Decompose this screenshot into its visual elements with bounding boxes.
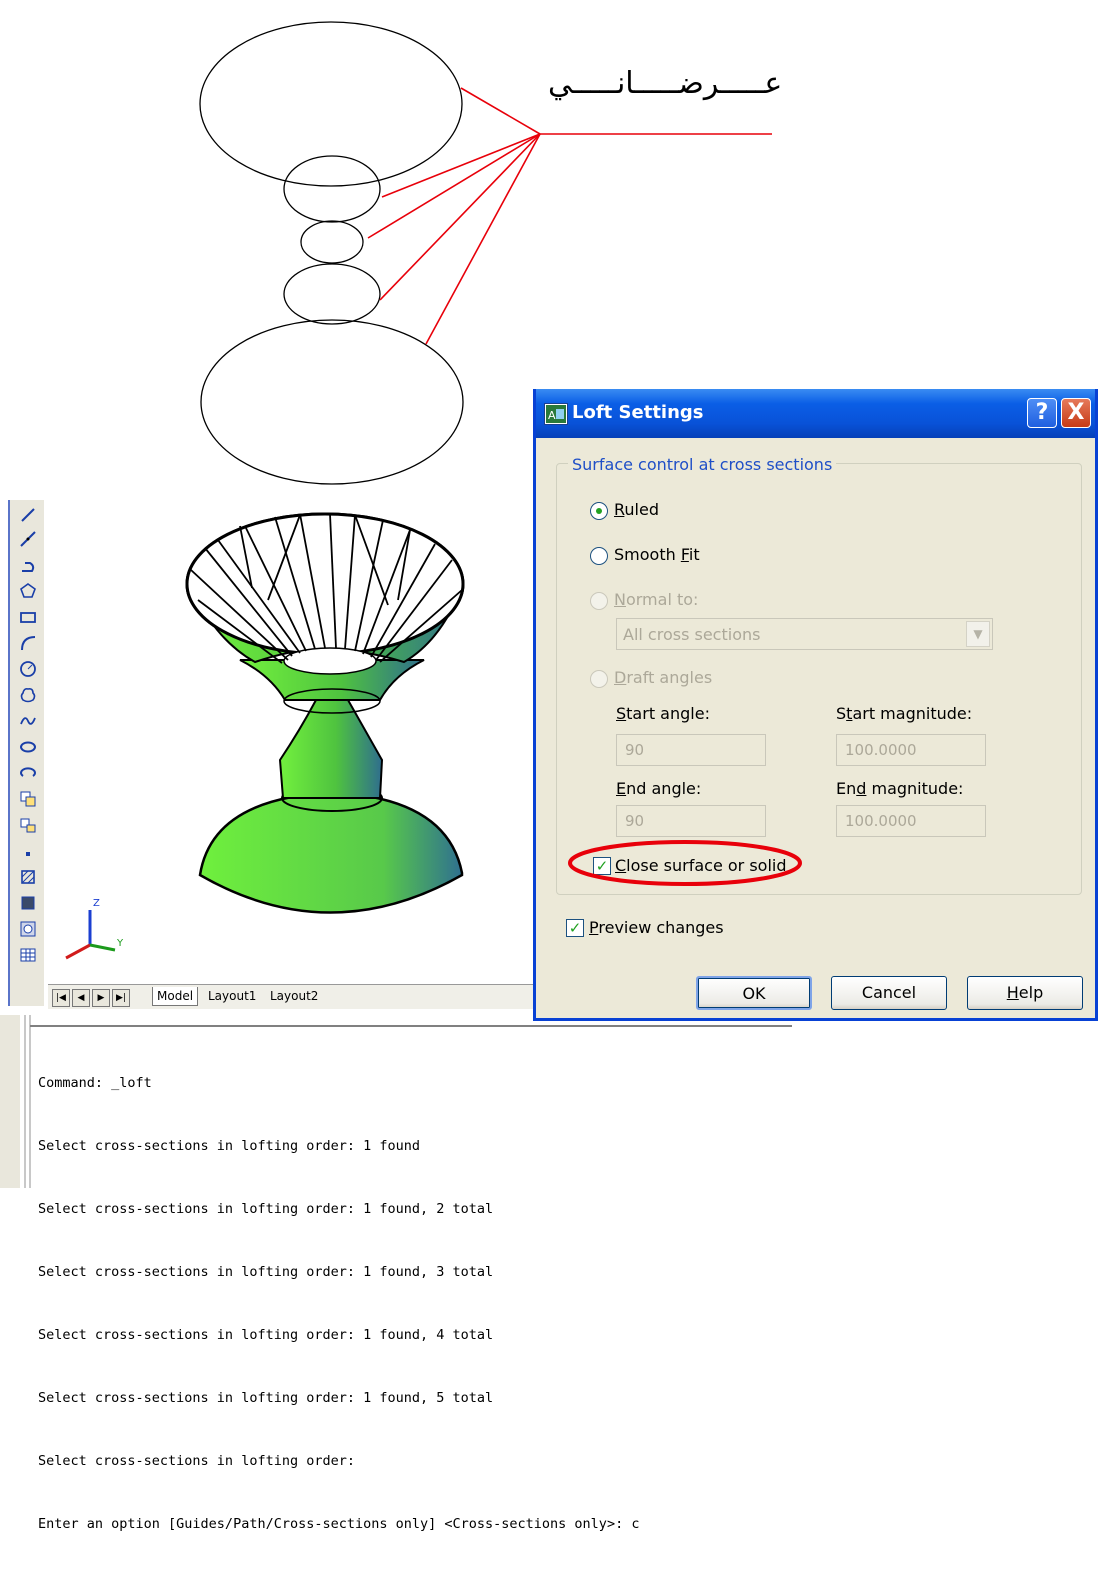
command-history: Command: _loft Select cross-sections in … [38, 1031, 639, 1577]
smooth-fit-label[interactable]: Smooth Fit [614, 545, 700, 564]
preview-changes-checkbox[interactable]: ✓ [566, 919, 584, 937]
table-icon[interactable] [19, 946, 37, 964]
close-icon[interactable]: X [1061, 398, 1091, 428]
loft-settings-dialog: A Loft Settings ? X Surface control at c… [533, 389, 1098, 1021]
annotation-label: عـــــرضـــــانـــــي [548, 66, 783, 101]
help-icon[interactable]: ? [1027, 398, 1057, 428]
normal-to-select[interactable]: All cross sections ▼ [616, 618, 993, 650]
normal-to-value: All cross sections [623, 625, 761, 644]
tab-model[interactable]: Model [152, 987, 199, 1006]
ok-button[interactable]: OK [696, 976, 812, 1010]
chevron-down-icon[interactable]: ▼ [966, 621, 990, 647]
point-icon[interactable] [19, 842, 37, 860]
ruled-label[interactable]: Ruled [614, 500, 659, 519]
polyline-icon[interactable] [19, 556, 37, 574]
gradient-icon[interactable] [19, 894, 37, 912]
line-icon[interactable] [19, 506, 37, 524]
tab-layout1[interactable]: Layout1 [204, 987, 260, 1005]
start-magnitude-label: Start magnitude: [836, 704, 973, 723]
preview-changes-label[interactable]: Preview changes [589, 918, 724, 937]
construction-line-icon[interactable] [19, 530, 37, 548]
highlight-ellipse [568, 840, 802, 886]
command-window[interactable]: Command: _loft Select cross-sections in … [0, 1015, 1098, 1532]
dialog-titlebar[interactable]: A Loft Settings ? X [536, 389, 1095, 438]
arc-icon[interactable] [19, 634, 37, 652]
svg-text:A: A [548, 409, 556, 422]
command-window-border [24, 1015, 31, 1188]
normal-to-label: Normal to: [614, 590, 699, 609]
smooth-fit-radio[interactable] [590, 547, 608, 565]
axis-z-label: Z [93, 898, 100, 909]
dialog-title: Loft Settings [572, 402, 704, 423]
end-angle-input[interactable]: 90 [616, 805, 766, 837]
group-label: Surface control at cross sections [568, 455, 837, 474]
cross-section-3 [300, 220, 364, 264]
next-tab-button[interactable]: ▶ [92, 989, 110, 1007]
command-line: Select cross-sections in lofting order: … [38, 1138, 421, 1154]
axis-y-label: Y [117, 938, 124, 949]
region-icon[interactable] [19, 920, 37, 938]
ellipse-icon[interactable] [19, 738, 37, 756]
rectangle-icon[interactable] [19, 608, 37, 626]
command-window-handle [0, 1015, 20, 1188]
leader-lines [367, 87, 772, 345]
insert-block-icon[interactable] [19, 790, 37, 808]
ucs-icon [65, 910, 116, 960]
command-line: Command: _loft [38, 1075, 152, 1091]
draw-toolbar [8, 500, 44, 1006]
model-viewport[interactable]: Z Y [0, 498, 545, 1014]
cross-section-4 [283, 263, 381, 325]
start-magnitude-input[interactable]: 100.0000 [836, 734, 986, 766]
ellipse-arc-icon[interactable] [19, 764, 37, 782]
cross-section-bottom [200, 319, 464, 485]
circle-icon[interactable] [19, 660, 37, 678]
polygon-icon[interactable] [19, 582, 37, 600]
command-line: Select cross-sections in lofting order: … [38, 1201, 494, 1217]
start-angle-input[interactable]: 90 [616, 734, 766, 766]
layout-tabs: |◀ ◀ ▶ ▶| Model Layout1 Layout2 [48, 984, 536, 1009]
loft-app-icon: A [544, 403, 568, 425]
end-angle-label: End angle: [616, 779, 702, 798]
cancel-button[interactable]: Cancel [831, 976, 947, 1010]
hatch-icon[interactable] [19, 868, 37, 886]
prev-tab-button[interactable]: ◀ [72, 989, 90, 1007]
cross-section-top [199, 21, 463, 187]
command-line: Enter an option [Guides/Path/Cross-secti… [38, 1516, 640, 1532]
command-line: Select cross-sections in lofting order: [38, 1453, 355, 1469]
lofted-solid [65, 512, 465, 960]
command-line: Select cross-sections in lofting order: … [38, 1327, 494, 1343]
command-line: Select cross-sections in lofting order: … [38, 1390, 494, 1406]
draft-angles-radio[interactable] [590, 670, 608, 688]
draft-angles-label: Draft angles [614, 668, 713, 687]
end-magnitude-label: End magnitude: [836, 779, 964, 798]
ruled-radio[interactable] [590, 502, 608, 520]
last-tab-button[interactable]: ▶| [112, 989, 130, 1007]
first-tab-button[interactable]: |◀ [52, 989, 70, 1007]
help-button[interactable]: Help [967, 976, 1083, 1010]
spline-icon[interactable] [19, 712, 37, 730]
start-angle-label: Start angle: [616, 704, 710, 723]
revision-cloud-icon[interactable] [19, 686, 37, 704]
normal-to-radio[interactable] [590, 592, 608, 610]
command-line: Select cross-sections in lofting order: … [38, 1264, 494, 1280]
cross-section-2 [283, 155, 381, 223]
tab-layout2[interactable]: Layout2 [266, 987, 322, 1005]
end-magnitude-input[interactable]: 100.0000 [836, 805, 986, 837]
command-window-separator [30, 1025, 792, 1027]
make-block-icon[interactable] [19, 816, 37, 834]
